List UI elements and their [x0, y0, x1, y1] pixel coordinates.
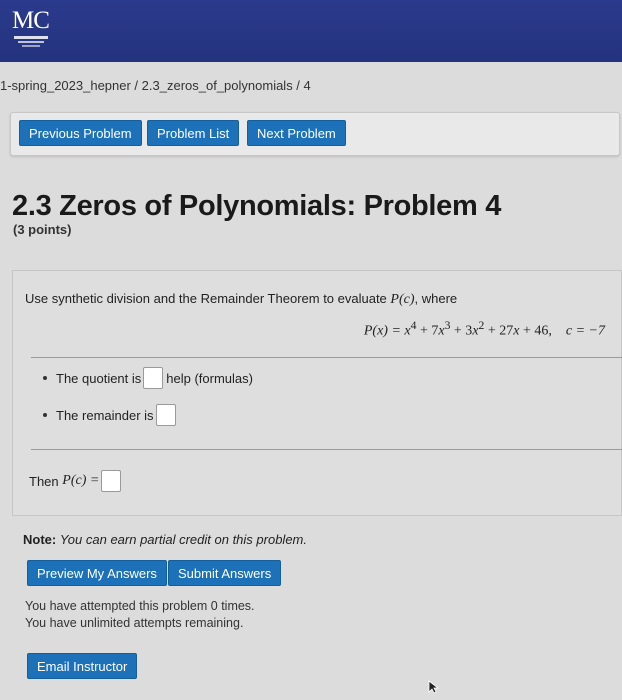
previous-problem-button[interactable]: Previous Problem	[19, 120, 142, 146]
bullet-icon	[43, 376, 47, 380]
pc-input[interactable]	[101, 470, 122, 492]
remainder-label: The remainder is	[56, 407, 154, 423]
then-row: Then P(c) =	[29, 470, 122, 492]
problem-list-button[interactable]: Problem List	[147, 120, 240, 146]
remainder-row: The remainder is	[43, 404, 176, 426]
site-header: MC	[0, 0, 622, 62]
breadcrumb[interactable]: 1-spring_2023_hepner / 2.3_zeros_of_poly…	[0, 78, 311, 93]
note-text: You can earn partial credit on this prob…	[59, 532, 307, 547]
equation-lhs: P(x) = x	[363, 323, 411, 339]
problem-body: Use synthetic division and the Remainder…	[12, 270, 622, 516]
partial-credit-note: Note: You can earn partial credit on thi…	[23, 532, 307, 547]
c-value: c = −7	[565, 323, 605, 339]
page-title: 2.3 Zeros of Polynomials: Problem 4	[12, 190, 502, 222]
quotient-label: The quotient is	[56, 370, 142, 386]
note-label: Note:	[23, 532, 57, 547]
then-math: P(c) =	[62, 473, 100, 488]
attempts-remaining: You have unlimited attempts remaining.	[25, 616, 244, 630]
email-instructor-button[interactable]: Email Instructor	[27, 653, 138, 679]
divider	[31, 357, 622, 358]
submit-answers-button[interactable]: Submit Answers	[168, 560, 282, 586]
quotient-input[interactable]	[143, 367, 164, 389]
prompt-suffix: , where	[414, 291, 458, 306]
preview-answers-button[interactable]: Preview My Answers	[27, 560, 167, 586]
bullet-icon	[43, 413, 47, 417]
logo-text: MC	[12, 7, 50, 34]
next-problem-button[interactable]: Next Problem	[247, 120, 346, 146]
help-formulas-link[interactable]: help (formulas)	[166, 371, 253, 386]
polynomial-equation: P(x) = x4 + 7x3 + 3x2 + 27x + 46, c = −7	[363, 319, 605, 339]
attempts-info: You have attempted this problem 0 times.…	[25, 598, 255, 632]
logo-emblem-icon	[14, 36, 48, 47]
quotient-row: The quotient is help (formulas)	[43, 367, 253, 389]
college-logo[interactable]: MC	[12, 8, 56, 50]
problem-prompt: Use synthetic division and the Remainder…	[25, 291, 457, 308]
problem-points: (3 points)	[13, 222, 72, 237]
remainder-input[interactable]	[155, 404, 176, 426]
divider	[31, 449, 622, 450]
prompt-text: Use synthetic division and the Remainder…	[25, 291, 387, 306]
then-label: Then	[29, 473, 59, 489]
problem-nav-bar: Previous Problem Problem List Next Probl…	[10, 112, 620, 156]
mouse-cursor-icon	[428, 680, 440, 694]
attempts-count: You have attempted this problem 0 times.	[25, 599, 255, 613]
prompt-math: P(c)	[390, 292, 415, 307]
